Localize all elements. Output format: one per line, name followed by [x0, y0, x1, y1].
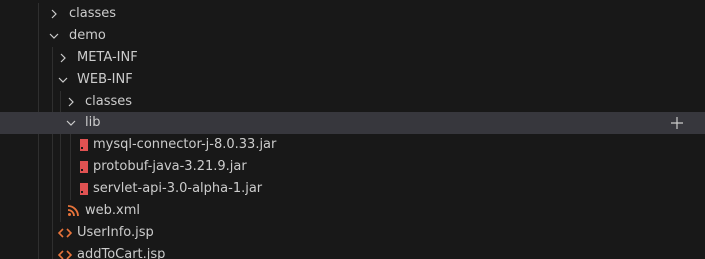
xml-rss-icon: [67, 205, 79, 217]
indent-guide: [70, 178, 71, 200]
tree-item-lib[interactable]: lib: [0, 112, 705, 134]
indent-guide: [52, 244, 53, 259]
jar-file-icon: [80, 183, 88, 195]
indent-guide: [38, 134, 39, 156]
jsp-code-icon: [57, 250, 73, 259]
tree-item-userinfo-jsp[interactable]: UserInfo.jsp: [0, 222, 705, 244]
tree-item-demo[interactable]: demo: [0, 25, 705, 47]
indent-guide: [38, 244, 39, 259]
chevron-right-icon[interactable]: [46, 6, 62, 22]
indent-guide: [38, 25, 39, 47]
tree-item-meta-inf[interactable]: META-INF: [0, 47, 705, 69]
indent-guide: [38, 178, 39, 200]
tree-item-classes[interactable]: classes: [0, 3, 705, 25]
indent-guide: [60, 200, 61, 222]
tree-item-label: mysql-connector-j-8.0.33.jar: [93, 137, 277, 152]
tree-item-label: UserInfo.jsp: [77, 225, 154, 240]
tree-item-mysql-jar[interactable]: mysql-connector-j-8.0.33.jar: [0, 134, 705, 156]
indent-guide: [60, 134, 61, 156]
indent-guide: [52, 69, 53, 91]
tree-item-protobuf-jar[interactable]: protobuf-java-3.21.9.jar: [0, 156, 705, 178]
tree-item-label: protobuf-java-3.21.9.jar: [93, 159, 247, 174]
indent-guide: [38, 69, 39, 91]
tree-item-label: addToCart.jsp: [77, 247, 166, 259]
indent-guide: [38, 91, 39, 113]
chevron-down-icon[interactable]: [63, 115, 79, 131]
indent-guide: [38, 156, 39, 178]
tree-item-label: WEB-INF: [77, 72, 133, 87]
tree-item-label: demo: [69, 28, 106, 43]
indent-guide: [52, 134, 53, 156]
indent-guide: [52, 91, 53, 113]
indent-guide: [38, 200, 39, 222]
indent-guide: [60, 91, 61, 113]
tree-item-servlet-jar[interactable]: servlet-api-3.0-alpha-1.jar: [0, 178, 705, 200]
tree-item-label: META-INF: [77, 50, 138, 65]
indent-guide: [52, 178, 53, 200]
indent-guide: [70, 134, 71, 156]
indent-guide: [52, 47, 53, 69]
indent-guide: [52, 200, 53, 222]
tree-item-web-inf-classes[interactable]: classes: [0, 91, 705, 113]
indent-guide: [60, 178, 61, 200]
tree-item-addtocart-jsp[interactable]: addToCart.jsp: [0, 244, 705, 259]
tree-item-label: servlet-api-3.0-alpha-1.jar: [93, 181, 263, 196]
jar-file-icon: [80, 161, 88, 173]
chevron-right-icon[interactable]: [63, 94, 79, 110]
indent-guide: [38, 47, 39, 69]
chevron-right-icon[interactable]: [55, 50, 71, 66]
tree-item-web-xml[interactable]: web.xml: [0, 200, 705, 222]
indent-guide: [38, 222, 39, 244]
tree-item-label: web.xml: [85, 203, 140, 218]
chevron-down-icon[interactable]: [55, 72, 71, 88]
indent-guide: [38, 3, 39, 25]
chevron-down-icon[interactable]: [46, 28, 62, 44]
indent-guide: [52, 156, 53, 178]
indent-guide: [60, 156, 61, 178]
tree-item-web-inf[interactable]: WEB-INF: [0, 69, 705, 91]
tree-item-label: classes: [85, 94, 133, 109]
jar-file-icon: [80, 139, 88, 151]
plus-icon[interactable]: [669, 115, 685, 131]
tree-item-label: classes: [69, 6, 117, 21]
jsp-code-icon: [57, 228, 73, 238]
tree-item-label: lib: [85, 115, 101, 130]
indent-guide: [52, 222, 53, 244]
file-explorer-tree: classes demo META-INF WEB-INF classes li…: [0, 0, 705, 259]
indent-guide: [70, 156, 71, 178]
